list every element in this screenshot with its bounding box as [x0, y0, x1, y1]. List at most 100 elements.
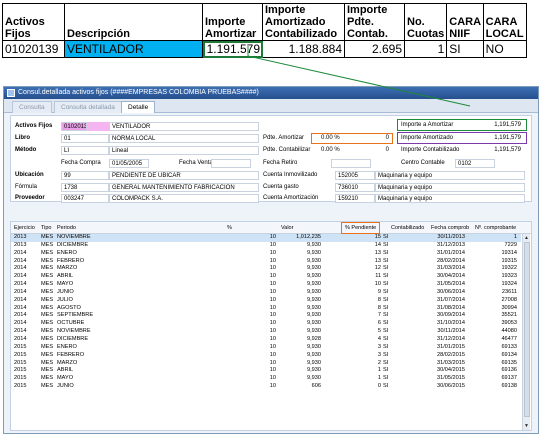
- cell-porcentaje: 10: [269, 375, 276, 382]
- cuenta-gasto-desc[interactable]: Maquinaria y equipo: [375, 183, 525, 192]
- cell-periodo: AGOSTO: [57, 304, 81, 311]
- sheet-cell-descripcion[interactable]: VENTILADOR: [64, 40, 203, 58]
- table-row[interactable]: 2015 MES ABRIL 10 9,930 1 SI 30/04/2015 69136: [11, 367, 521, 375]
- cell-periodo: ABRIL: [57, 273, 74, 280]
- ubicacion-desc-field[interactable]: PENDIENTE DE UBICAR: [109, 171, 259, 180]
- tab-consulta-detallada[interactable]: Consulta detallada: [54, 101, 122, 113]
- table-row[interactable]: 2014 MES AGOSTO 10 9,930 8 SI 31/08/2014 30994: [11, 305, 521, 313]
- scroll-thumb[interactable]: [524, 242, 530, 417]
- metodo-code-field[interactable]: LI: [61, 146, 109, 155]
- table-row[interactable]: 2015 MES JUNIO 10 606 0 SI 30/06/2015 69138: [11, 383, 521, 391]
- table-row[interactable]: 2014 MES OCTUBRE 10 9,930 6 SI 31/10/2014 39053: [11, 320, 521, 328]
- sheet-cell-activo[interactable]: 01020139: [2, 40, 65, 58]
- col-valor[interactable]: Valor: [281, 224, 293, 232]
- cell-ejercicio: 2014: [14, 257, 27, 264]
- cell-num-comprobante: 44080: [501, 328, 517, 335]
- table-row[interactable]: 2015 MES FEBRERO 10 9,930 3 SI 28/02/2015 69134: [11, 352, 521, 360]
- metodo-desc-field[interactable]: Lineal: [109, 146, 259, 155]
- cuenta-gasto-field[interactable]: 736010: [335, 183, 375, 192]
- cell-contabilizado: SI: [383, 304, 389, 311]
- ubicacion-code-field[interactable]: 99: [61, 171, 109, 180]
- proveedor-code-field[interactable]: 003247: [61, 194, 109, 203]
- cell-pct-pendiente: 13: [374, 257, 381, 264]
- col-tipo[interactable]: Tipo: [41, 224, 52, 232]
- table-row[interactable]: 2015 MES ENERO 10 9,930 3 SI 31/01/2015 69133: [11, 344, 521, 352]
- table-row[interactable]: 2014 MES MARZO 10 9,930 12 SI 31/03/2014 19322: [11, 265, 521, 273]
- table-row[interactable]: 2013 MES DICIEMBRE 10 9,930 14 SI 31/12/2013 722…: [11, 242, 521, 250]
- importe-amortizar-value: 1,191,579: [494, 122, 521, 128]
- proveedor-desc-field[interactable]: COLOMPACK S.A.: [109, 194, 259, 203]
- cell-periodo: MARZO: [57, 265, 78, 272]
- cell-tipo: MES: [41, 351, 54, 358]
- table-row[interactable]: 2014 MES DICIEMBRE 10 9,928 4 SI 31/12/2014 4647…: [11, 336, 521, 344]
- sheet-cell-importe-amortizado[interactable]: 1.188.884: [262, 40, 345, 58]
- col-contabilizado[interactable]: Contabilizado: [391, 224, 424, 232]
- activo-code-field[interactable]: 01020139: [61, 122, 87, 131]
- sheet-cell-cara-niif[interactable]: SI: [446, 40, 484, 58]
- table-row[interactable]: 2014 MES ENERO 10 9,930 13 SI 31/01/2014 19314: [11, 250, 521, 258]
- table-row[interactable]: 2014 MES JUNIO 10 9,930 9 SI 30/06/2014 23611: [11, 289, 521, 297]
- cell-fecha-comprob: 30/11/2014: [437, 328, 465, 335]
- cell-num-comprobante: 69134: [501, 351, 517, 358]
- activo-lookup-field[interactable]: [87, 122, 109, 131]
- cell-periodo: SEPTIEMBRE: [57, 312, 94, 319]
- sheet-cell-importe-pdte[interactable]: 2.695: [344, 40, 405, 58]
- fecha-retiro-field[interactable]: [331, 159, 371, 168]
- table-row[interactable]: 2014 MES JULIO 10 9,930 8 SI 31/07/2014 27008: [11, 297, 521, 305]
- table-row[interactable]: 2013 MES NOVIEMBRE 10 1,012,235 15 SI 30/11/201…: [11, 234, 521, 242]
- cell-contabilizado: SI: [383, 273, 389, 280]
- sheet-cell-importe-amortizar[interactable]: 1.191.579: [202, 40, 263, 58]
- tab-detalle[interactable]: Detalle: [121, 101, 156, 113]
- cell-valor: 9,930: [307, 249, 321, 256]
- cuenta-amortizacion-field[interactable]: 159210: [335, 194, 375, 203]
- col-porcentaje[interactable]: %: [227, 224, 232, 232]
- cell-periodo: DICIEMBRE: [57, 335, 89, 342]
- cuenta-inmovilizado-field[interactable]: 152005: [335, 171, 375, 180]
- cell-num-comprobante: 7229: [504, 241, 517, 248]
- col-ejercicio[interactable]: Ejercicio: [14, 224, 35, 232]
- cell-contabilizado: SI: [383, 288, 389, 295]
- table-row[interactable]: 2014 MES ABRIL 10 9,930 11 SI 30/04/2014 19323: [11, 273, 521, 281]
- centro-contable-field[interactable]: 0102: [455, 159, 495, 168]
- formula-code-field[interactable]: 1738: [61, 183, 109, 192]
- tab-consulta[interactable]: Consulta: [12, 101, 52, 113]
- table-row[interactable]: 2014 MES SEPTIEMBRE 10 9,930 7 SI 30/09/2014 355…: [11, 312, 521, 320]
- table-row[interactable]: 2015 MES MAYO 10 9,930 1 SI 31/05/2015 69137: [11, 375, 521, 383]
- cell-valor: 1,012,235: [296, 234, 321, 240]
- col-periodo[interactable]: Periodo: [57, 224, 76, 232]
- pdte-amortizar-value: 0: [385, 135, 389, 141]
- col-pct-pendiente[interactable]: % Pendiente: [341, 222, 381, 234]
- col-num-comprobante[interactable]: Nº. comprobante: [475, 224, 516, 232]
- col-fecha-comprob[interactable]: Fecha comprob: [431, 224, 469, 232]
- libro-code-field[interactable]: 01: [61, 134, 109, 143]
- cell-num-comprobante: 19315: [501, 257, 517, 264]
- cell-ejercicio: 2015: [14, 359, 27, 366]
- scroll-down-icon[interactable]: ▼: [524, 423, 529, 429]
- cell-num-comprobante: 69135: [501, 359, 517, 366]
- table-row[interactable]: 2015 MES MARZO 10 9,930 2 SI 31/03/2015 69135: [11, 360, 521, 368]
- importe-amortizar-label: Importe a Amortizar: [401, 122, 454, 128]
- cell-pct-pendiente: 13: [374, 249, 381, 256]
- pdte-contabilizar-pct: 0.00 %: [321, 147, 340, 153]
- sheet-cell-cara-local[interactable]: NO: [482, 40, 527, 58]
- activo-desc-field[interactable]: VENTILADOR: [109, 122, 259, 131]
- cell-contabilizado: SI: [383, 312, 389, 319]
- formula-desc-field[interactable]: GENERAL MANTENIMIENTO FABRICACION: [109, 183, 259, 192]
- cell-pct-pendiente: 8: [377, 296, 381, 303]
- cell-contabilizado: SI: [383, 343, 389, 350]
- sheet-header-importe-pdte: Importe Pdte. Contab.: [344, 3, 405, 41]
- cuenta-amortizacion-desc[interactable]: Maquinaria y equipo: [375, 194, 525, 203]
- vertical-scrollbar[interactable]: ▲ ▼: [522, 234, 530, 430]
- fecha-compra-field[interactable]: 01/05/2005: [109, 159, 149, 168]
- table-row[interactable]: 2014 MES MAYO 10 9,930 10 SI 31/05/2014 19324: [11, 281, 521, 289]
- libro-desc-field[interactable]: NORMA LOCAL: [109, 134, 259, 143]
- scroll-up-icon[interactable]: ▲: [524, 235, 529, 241]
- cell-ejercicio: 2014: [14, 320, 27, 327]
- importe-contabilizado-value: 1,191,579: [494, 147, 521, 153]
- sheet-cell-no-cuotas[interactable]: 1: [403, 40, 448, 58]
- fecha-venta-field[interactable]: [211, 159, 251, 168]
- table-row[interactable]: 2014 MES NOVIEMBRE 10 9,930 5 SI 30/11/2014 4408…: [11, 328, 521, 336]
- cuenta-inmovilizado-desc[interactable]: Maquinaria y equipo: [375, 171, 525, 180]
- table-row[interactable]: 2014 MES FEBRERO 10 9,930 13 SI 28/02/2014 19315: [11, 258, 521, 266]
- centro-contable-label: Centro Contable: [401, 160, 445, 166]
